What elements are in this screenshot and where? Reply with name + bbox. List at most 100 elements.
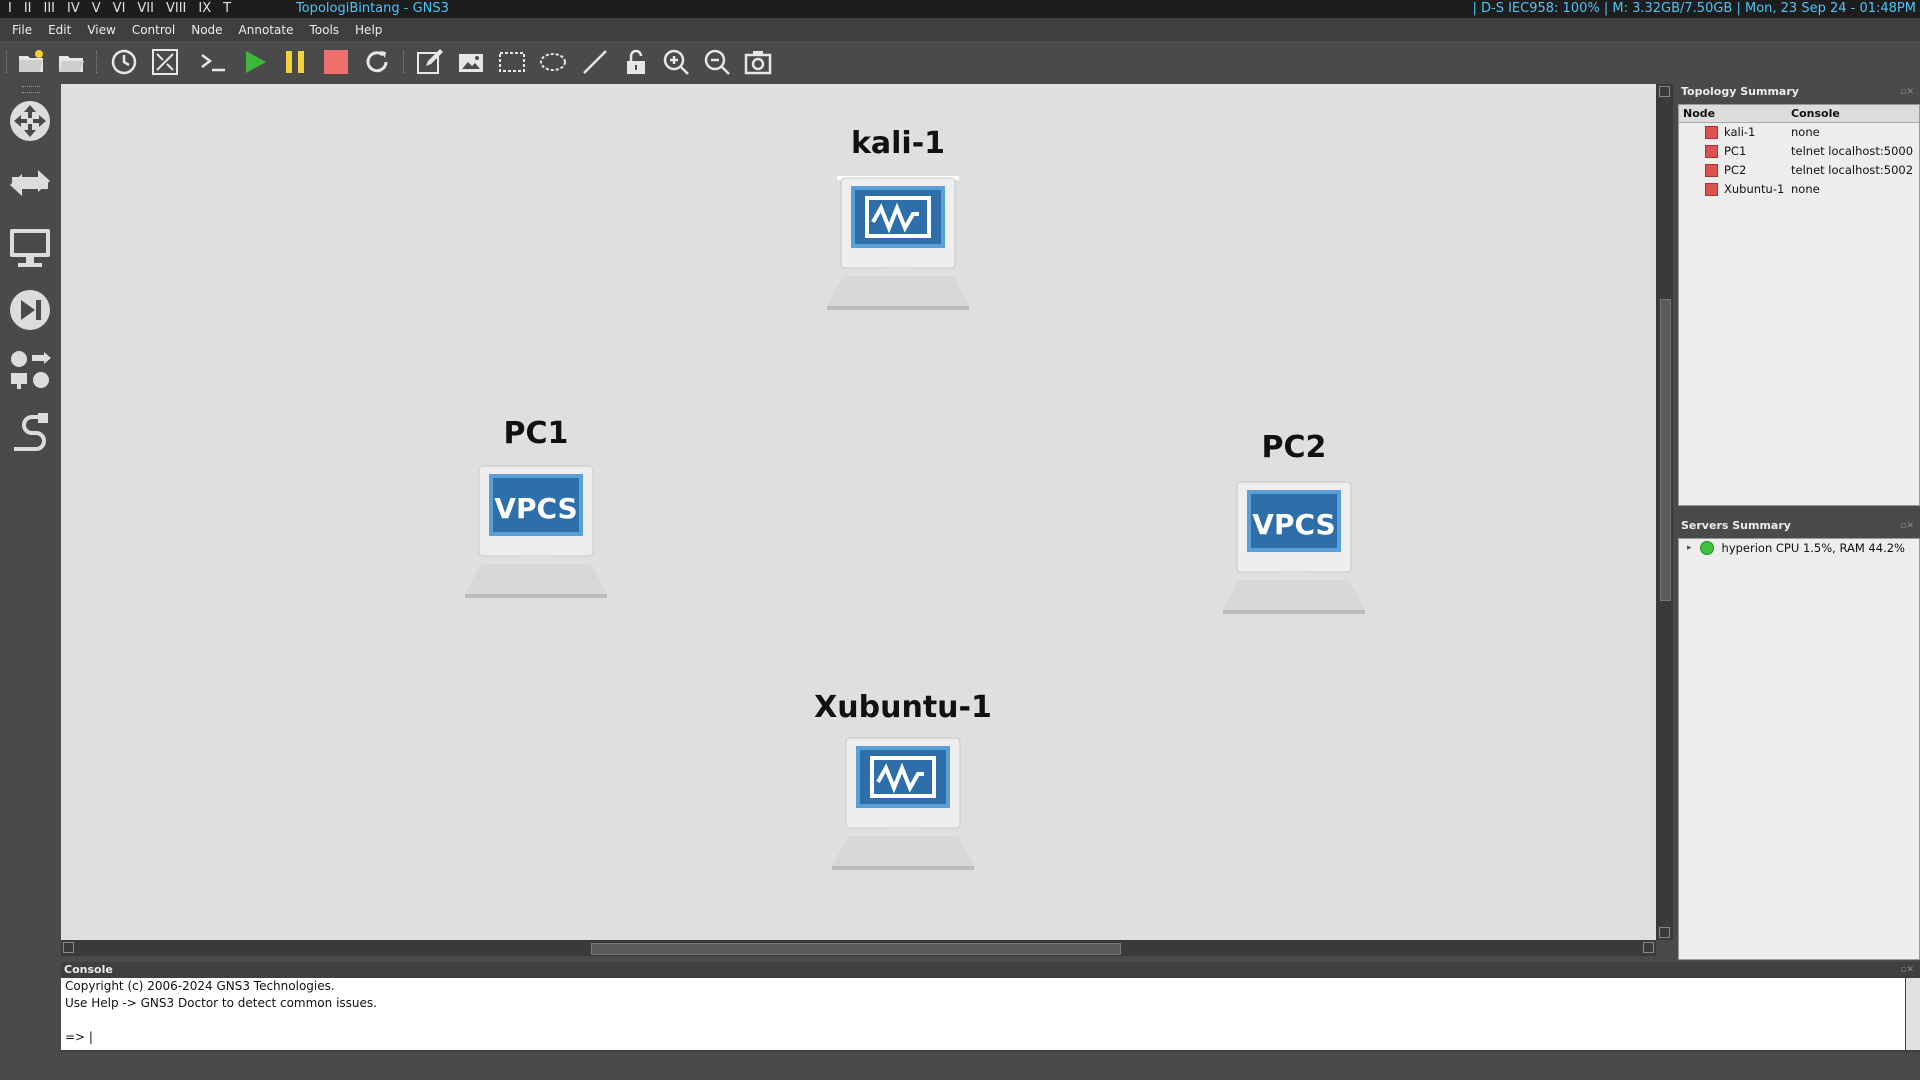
row-console: telnet localhost:5002 xyxy=(1791,163,1914,177)
scroll-left-button[interactable] xyxy=(63,942,74,953)
console-prompt[interactable]: => | xyxy=(65,1029,1901,1046)
zoom-out-icon[interactable] xyxy=(700,45,734,79)
node-pc2[interactable]: PC2 VPCS xyxy=(1159,430,1429,670)
column-header-console[interactable]: Console xyxy=(1787,105,1840,122)
scroll-right-button[interactable] xyxy=(1643,942,1654,953)
canvas-horizontal-scrollbar[interactable] xyxy=(61,940,1656,956)
row-node-name: PC2 xyxy=(1724,163,1747,177)
workspace-8[interactable]: VIII xyxy=(166,0,186,18)
open-project-icon[interactable] xyxy=(54,45,88,79)
console-scrollbar[interactable] xyxy=(1906,978,1920,1050)
table-row[interactable]: PC1 telnet localhost:5000 xyxy=(1679,142,1919,161)
row-node-name: kali-1 xyxy=(1724,125,1756,139)
server-status-icon xyxy=(1699,541,1714,555)
zoom-in-icon[interactable] xyxy=(659,45,693,79)
vpcs-computer-icon: VPCS xyxy=(465,465,607,598)
vpcs-screen-text: VPCS xyxy=(1252,508,1335,541)
console-line: Copyright (c) 2006-2024 GNS3 Technologie… xyxy=(65,979,335,993)
screenshot-icon[interactable] xyxy=(741,45,775,79)
node-label: kali-1 xyxy=(850,126,946,161)
vertical-scroll-thumb[interactable] xyxy=(1660,299,1671,601)
node-pc1[interactable]: PC1 VPCS xyxy=(401,416,671,656)
node-label: PC1 xyxy=(503,416,569,451)
draw-rectangle-icon[interactable] xyxy=(495,45,529,79)
security-devices-icon[interactable] xyxy=(6,286,54,334)
toolbar-separator xyxy=(6,51,9,73)
scroll-down-button[interactable] xyxy=(1659,927,1670,938)
menu-tools[interactable]: Tools xyxy=(301,23,347,37)
scroll-up-button[interactable] xyxy=(1659,86,1670,97)
window-bottom-area xyxy=(0,1052,1920,1080)
add-link-icon[interactable] xyxy=(6,409,54,457)
table-row[interactable]: kali-1 none xyxy=(1679,123,1919,142)
os-top-bar: I II III IV V VI VII VIII IX T TopologiB… xyxy=(0,0,1920,18)
snapshot-icon[interactable] xyxy=(107,45,141,79)
workspace-4[interactable]: IV xyxy=(67,0,80,18)
menu-help[interactable]: Help xyxy=(347,23,390,37)
stop-all-icon[interactable] xyxy=(319,45,353,79)
column-header-node[interactable]: Node xyxy=(1679,105,1787,122)
workspace-1[interactable]: I xyxy=(8,0,12,18)
node-stopped-icon xyxy=(1705,183,1718,196)
topology-canvas[interactable]: kali-1 PC1 VPCS PC2 VPCS Xubuntu-1 xyxy=(61,84,1656,940)
qemu-computer-icon xyxy=(827,176,969,310)
canvas-vertical-scrollbar[interactable] xyxy=(1656,84,1673,940)
workspace-t[interactable]: T xyxy=(223,0,231,18)
node-kali-1[interactable]: kali-1 xyxy=(753,126,1043,366)
workspace-5[interactable]: V xyxy=(92,0,101,18)
workspace-6[interactable]: VI xyxy=(113,0,126,18)
reload-all-icon[interactable] xyxy=(360,45,394,79)
workspace-switcher[interactable]: I II III IV V VI VII VIII IX T xyxy=(8,0,231,18)
all-devices-icon[interactable] xyxy=(6,347,54,395)
node-stopped-icon xyxy=(1705,126,1718,139)
expand-chevron-icon[interactable]: ▸ xyxy=(1687,543,1692,553)
vpcs-screen-text: VPCS xyxy=(494,492,577,525)
draw-ellipse-icon[interactable] xyxy=(536,45,570,79)
menu-view[interactable]: View xyxy=(79,23,123,37)
menu-node[interactable]: Node xyxy=(183,23,230,37)
qemu-computer-icon xyxy=(832,737,974,870)
row-console: none xyxy=(1791,182,1820,196)
suspend-all-icon[interactable] xyxy=(278,45,312,79)
menu-file[interactable]: File xyxy=(4,23,40,37)
servers-summary-list: ▸ hyperion CPU 1.5%, RAM 44.2% xyxy=(1678,538,1920,960)
new-project-icon[interactable] xyxy=(14,45,48,79)
workspace-3[interactable]: III xyxy=(44,0,56,18)
workspace-7[interactable]: VII xyxy=(137,0,154,18)
server-row[interactable]: ▸ hyperion CPU 1.5%, RAM 44.2% xyxy=(1679,539,1919,557)
console-panel: Console ▫✕ Copyright (c) 2006-2024 GNS3 … xyxy=(61,962,1920,1052)
draw-line-icon[interactable] xyxy=(578,45,612,79)
system-status: | D-S IEC958: 100% | M: 3.32GB/7.50GB | … xyxy=(1472,1,1917,16)
end-devices-icon[interactable] xyxy=(6,223,54,271)
toolbar-separator xyxy=(96,51,99,73)
show-interface-labels-icon[interactable] xyxy=(148,45,182,79)
workspace-9[interactable]: IX xyxy=(198,0,211,18)
panel-float-close-icon[interactable]: ▫✕ xyxy=(1900,965,1914,975)
row-console: none xyxy=(1791,125,1820,139)
table-row[interactable]: Xubuntu-1 none xyxy=(1679,180,1919,199)
horizontal-scroll-thumb[interactable] xyxy=(591,943,1121,955)
menu-edit[interactable]: Edit xyxy=(40,23,79,37)
node-xubuntu-1[interactable]: Xubuntu-1 xyxy=(758,690,1048,930)
panel-float-close-icon[interactable]: ▫✕ xyxy=(1900,87,1914,97)
panel-float-close-icon[interactable]: ▫✕ xyxy=(1900,521,1914,531)
node-label: Xubuntu-1 xyxy=(814,690,992,725)
workspace-2[interactable]: II xyxy=(24,0,32,18)
topology-summary-list: Node Console kali-1 none PC1 telnet loca… xyxy=(1678,104,1920,506)
switches-icon[interactable] xyxy=(6,159,54,207)
add-note-icon[interactable] xyxy=(413,45,447,79)
console-all-icon[interactable] xyxy=(196,45,230,79)
insert-picture-icon[interactable] xyxy=(454,45,488,79)
node-stopped-icon xyxy=(1705,164,1718,177)
window-title: TopologiBintang - GNS3 xyxy=(296,1,449,16)
menu-control[interactable]: Control xyxy=(124,23,183,37)
lock-unlock-icon[interactable] xyxy=(619,45,653,79)
main-toolbar xyxy=(0,41,1920,83)
console-output[interactable]: Copyright (c) 2006-2024 GNS3 Technologie… xyxy=(61,978,1905,1050)
menu-annotate[interactable]: Annotate xyxy=(231,23,302,37)
routers-icon[interactable] xyxy=(6,97,54,145)
table-row[interactable]: PC2 telnet localhost:5002 xyxy=(1679,161,1919,180)
topology-summary-panel: Topology Summary ▫✕ Node Console kali-1 … xyxy=(1676,84,1920,506)
panel-title: Topology Summary xyxy=(1681,85,1799,98)
start-all-icon[interactable] xyxy=(238,45,272,79)
